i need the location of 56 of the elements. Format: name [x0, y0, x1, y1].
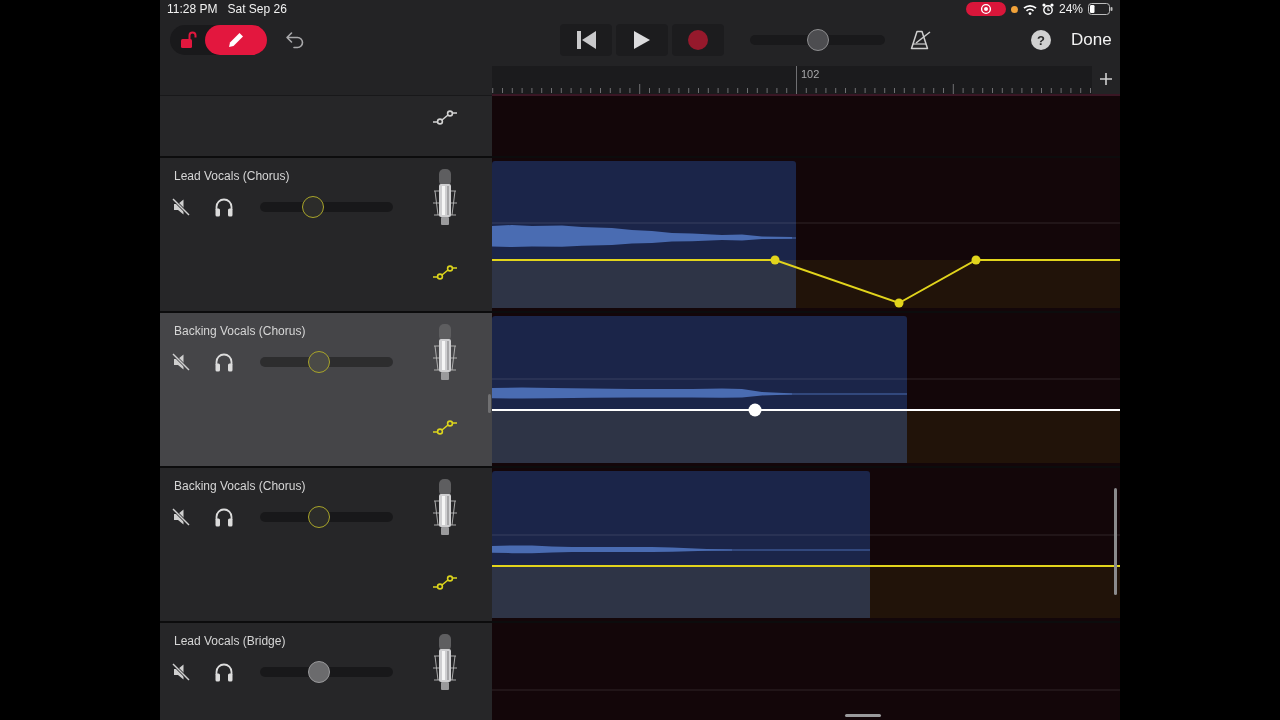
pencil-button[interactable]: [205, 25, 267, 55]
play-icon: [634, 31, 650, 49]
go-to-start-button[interactable]: [560, 24, 612, 56]
mute-icon[interactable]: [172, 198, 190, 216]
privacy-dot-icon: [1010, 5, 1018, 13]
battery-icon: [1088, 3, 1113, 15]
status-time: 11:28 PM: [167, 2, 218, 16]
automation-icon[interactable]: [433, 574, 457, 591]
wifi-icon: [1022, 3, 1037, 15]
slider-knob[interactable]: [307, 661, 330, 683]
automation-icon[interactable]: [433, 264, 457, 281]
resize-handle[interactable]: [488, 394, 491, 413]
headphones-icon[interactable]: [214, 507, 234, 527]
automation-curve[interactable]: [492, 403, 1120, 417]
status-date: Sat Sep 26: [227, 2, 287, 16]
slider-knob[interactable]: [307, 351, 330, 373]
automation-icon[interactable]: [433, 109, 457, 126]
screen-recording-icon: [965, 2, 1006, 16]
slider-knob[interactable]: [307, 506, 330, 528]
microphone-icon: [433, 479, 457, 535]
microphone-icon: [433, 324, 457, 380]
skip-back-icon: [576, 31, 596, 49]
track-name: Lead Vocals (Chorus): [174, 169, 290, 184]
slider-knob[interactable]: [302, 196, 325, 218]
headphones-icon[interactable]: [214, 352, 234, 372]
track-header[interactable]: Backing Vocals (Chorus): [160, 313, 492, 466]
headphones-icon[interactable]: [214, 662, 234, 682]
automation-icon[interactable]: [433, 419, 457, 436]
undo-icon[interactable]: [285, 31, 305, 49]
mute-icon[interactable]: [172, 353, 190, 371]
mute-icon[interactable]: [172, 508, 190, 526]
mute-icon[interactable]: [172, 663, 190, 681]
record-icon: [688, 30, 708, 50]
lock-icon[interactable]: [181, 31, 197, 49]
headphones-icon[interactable]: [214, 197, 234, 217]
microphone-icon: [433, 634, 457, 690]
track-header[interactable]: Lead Vocals (Bridge): [160, 623, 492, 720]
done-button[interactable]: Done: [1071, 30, 1112, 50]
play-button[interactable]: [616, 24, 668, 56]
bar-number: 102: [801, 67, 820, 81]
help-button[interactable]: ?: [1031, 30, 1051, 50]
track-name: Backing Vocals (Chorus): [174, 324, 306, 339]
track-header[interactable]: Lead Vocals (Chorus): [160, 158, 492, 311]
pencil-icon: [227, 31, 245, 49]
microphone-icon: [433, 169, 457, 225]
timeline-ruler[interactable]: 102: [492, 66, 1092, 94]
track-header[interactable]: Backing Vocals (Chorus): [160, 468, 492, 621]
track-name: Lead Vocals (Bridge): [174, 634, 286, 649]
slider-knob[interactable]: [806, 29, 829, 51]
add-icon[interactable]: [1100, 73, 1112, 85]
automation-curve[interactable]: [492, 255, 1120, 308]
track-name: Backing Vocals (Chorus): [174, 479, 306, 494]
audio-region[interactable]: [492, 471, 870, 618]
metronome-icon[interactable]: [910, 30, 932, 50]
battery-percent: 24%: [1058, 2, 1083, 16]
alarm-clock-icon: [1041, 3, 1054, 15]
